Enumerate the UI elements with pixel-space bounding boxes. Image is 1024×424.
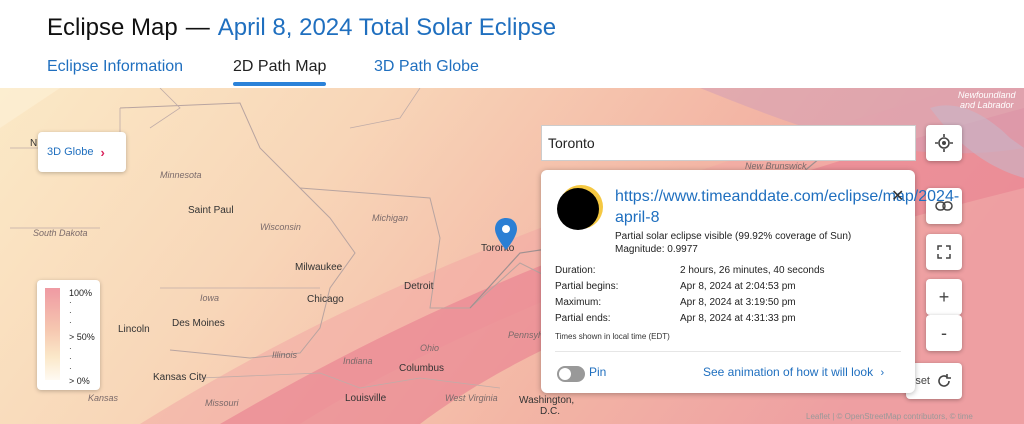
- map-label-milwaukee: Milwaukee: [295, 262, 343, 273]
- location-info-popup: https://www.timeanddate.com/eclipse/map/…: [541, 170, 959, 393]
- map-label-des-moines: Des Moines: [172, 318, 225, 329]
- fullscreen-button[interactable]: [926, 234, 962, 270]
- map-label-louisville: Louisville: [345, 393, 387, 404]
- map-label-nd: N: [30, 138, 38, 149]
- legend-dot: ·: [69, 364, 72, 373]
- detail-row: Duration: 2 hours, 26 minutes, 40 seconds: [555, 265, 825, 276]
- tab-eclipse-information[interactable]: Eclipse Information: [47, 58, 183, 86]
- close-icon[interactable]: ✕: [891, 186, 904, 206]
- map-label-detroit: Detroit: [404, 281, 434, 292]
- map-label-wisconsin: Wisconsin: [260, 222, 301, 232]
- map-label-south-dakota: South Dakota: [33, 228, 88, 238]
- location-pin-icon[interactable]: [494, 218, 518, 250]
- zoom-out-button[interactable]: -: [926, 315, 962, 351]
- legend-dot: ·: [69, 308, 72, 317]
- legend-mid-label: > 50%: [69, 332, 95, 342]
- pin-toggle[interactable]: [557, 366, 585, 382]
- map-label-kansas: Kansas: [88, 393, 119, 403]
- eclipse-map[interactable]: N Minnesota Saint Paul Wisconsin Michiga…: [0, 88, 1024, 424]
- tab-3d-path-globe[interactable]: 3D Path Globe: [374, 58, 479, 86]
- map-label-saint-paul: Saint Paul: [188, 205, 234, 216]
- chevron-right-icon: ›: [880, 367, 885, 379]
- divider: [555, 351, 901, 352]
- row-value: 2 hours, 26 minutes, 40 seconds: [680, 265, 825, 276]
- map-label-labrador: and Labrador: [960, 100, 1014, 110]
- map-label-illinois: Illinois: [272, 350, 298, 360]
- map-label-newfoundland: Newfoundland: [958, 90, 1016, 100]
- row-value: Apr 8, 2024 at 3:19:50 pm: [680, 297, 796, 308]
- detail-row: Maximum: Apr 8, 2024 at 3:19:50 pm: [555, 297, 796, 308]
- map-label-washington: Washington,: [519, 395, 575, 406]
- pin-label: Pin: [589, 365, 607, 379]
- row-value: Apr 8, 2024 at 4:31:33 pm: [680, 313, 796, 324]
- 3d-globe-button[interactable]: 3D Globe ›: [38, 132, 126, 172]
- map-label-michigan: Michigan: [372, 213, 409, 223]
- legend-dot: ·: [69, 344, 72, 353]
- row-label: Duration:: [555, 265, 596, 276]
- page-title: Eclipse Map: [47, 14, 178, 41]
- row-label: Partial begins:: [555, 281, 619, 292]
- map-label-west-virginia: West Virginia: [445, 393, 498, 403]
- minus-icon: -: [941, 322, 947, 343]
- visibility-text: Partial solar eclipse visible (99.92% co…: [615, 231, 852, 242]
- legend-dot: ·: [69, 318, 72, 327]
- row-value: Apr 8, 2024 at 2:04:53 pm: [680, 281, 796, 292]
- map-label-dc: D.C.: [540, 406, 560, 417]
- map-attribution: Leaflet | © OpenStreetMap contributors, …: [806, 412, 973, 421]
- eclipse-map-link[interactable]: https://www.timeanddate.com/eclipse/map/…: [615, 186, 975, 228]
- plus-icon: +: [938, 286, 950, 307]
- map-label-pennsylvania: Pennsylv: [508, 330, 545, 340]
- animation-link[interactable]: See animation of how it will look ›: [703, 365, 884, 379]
- reset-icon: [938, 374, 951, 387]
- map-label-chicago: Chicago: [307, 294, 344, 305]
- animation-link-label: See animation of how it will look: [703, 365, 874, 379]
- magnitude-text: Magnitude: 0.9977: [615, 244, 698, 255]
- map-label-lincoln: Lincoln: [118, 324, 150, 335]
- page-header: Eclipse Map — April 8, 2024 Total Solar Ec…: [47, 14, 556, 42]
- map-label-ohio: Ohio: [420, 343, 440, 353]
- detail-row: Partial begins: Apr 8, 2024 at 2:04:53 pm: [555, 281, 796, 292]
- title-separator: —: [185, 14, 210, 41]
- map-label-columbus: Columbus: [399, 363, 445, 374]
- tab-2d-path-map[interactable]: 2D Path Map: [233, 58, 327, 86]
- legend-top-label: 100%: [69, 288, 93, 298]
- fullscreen-icon: [937, 245, 951, 259]
- map-label-minnesota: Minnesota: [160, 170, 202, 180]
- row-label: Maximum:: [555, 297, 602, 308]
- reset-button-label: set: [915, 375, 930, 387]
- location-search-input[interactable]: Toronto: [541, 125, 916, 161]
- legend-bottom-label: > 0%: [69, 376, 90, 386]
- coverage-legend: 100% · · · > 50% · · · > 0%: [37, 280, 100, 390]
- timezone-note: Times shown in local time (EDT): [555, 332, 670, 341]
- page-subtitle: April 8, 2024 Total Solar Eclipse: [217, 14, 557, 41]
- map-label-indiana: Indiana: [343, 356, 373, 366]
- zoom-in-button[interactable]: +: [926, 279, 962, 315]
- eclipse-icon: [557, 188, 599, 230]
- legend-dot: ·: [69, 354, 72, 363]
- legend-gradient: [45, 288, 60, 380]
- 3d-globe-button-label: 3D Globe: [47, 146, 94, 158]
- locate-me-button[interactable]: [926, 125, 962, 161]
- legend-dot: ·: [69, 298, 72, 307]
- row-label: Partial ends:: [555, 313, 611, 324]
- detail-row: Partial ends: Apr 8, 2024 at 4:31:33 pm: [555, 313, 796, 324]
- map-label-missouri: Missouri: [205, 398, 239, 408]
- crosshair-icon: [935, 134, 953, 152]
- map-label-kansas-city: Kansas City: [153, 372, 207, 383]
- chevron-right-icon: ›: [100, 144, 105, 160]
- map-label-iowa: Iowa: [200, 293, 220, 303]
